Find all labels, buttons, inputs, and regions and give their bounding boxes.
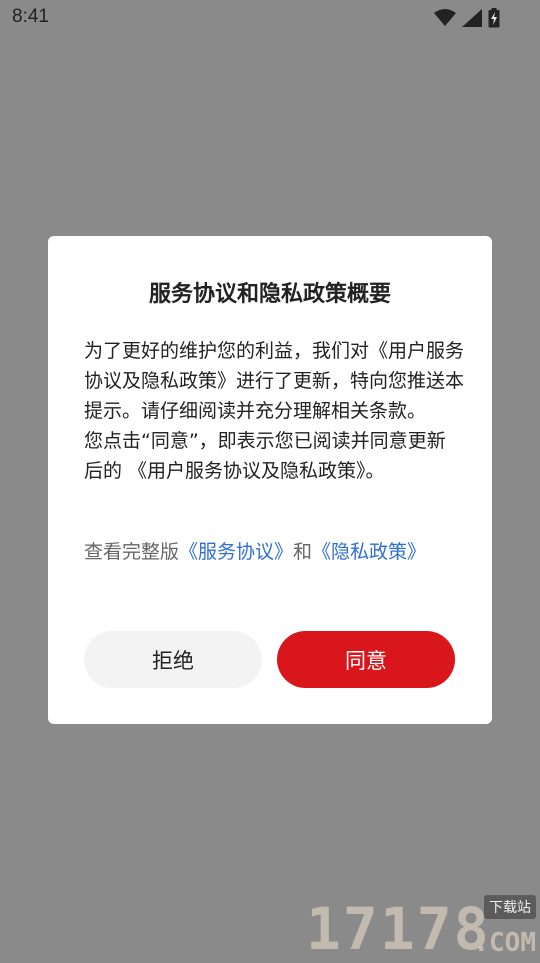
wifi-icon — [434, 9, 456, 27]
watermark-tag: 下载站 — [484, 895, 536, 919]
full-version-links: 查看完整版《服务协议》和《隐私政策》 — [84, 538, 456, 566]
agreement-dialog: 服务协议和隐私政策概要 为了更好的维护您的利益，我们对《用户服务协议及隐私政策》… — [48, 236, 492, 724]
status-time: 8:41 — [12, 6, 49, 27]
status-icons — [434, 8, 500, 28]
service-agreement-link[interactable]: 《服务协议》 — [179, 541, 293, 563]
links-and: 和 — [293, 541, 313, 563]
watermark-logo: 17178 下载站 .COM — [306, 895, 536, 960]
signal-icon — [462, 9, 482, 27]
watermark-domain: .COM — [473, 928, 536, 958]
privacy-policy-link[interactable]: 《隐私政策》 — [312, 541, 426, 563]
dialog-body: 为了更好的维护您的利益，我们对《用户服务协议及隐私政策》进行了更新，特向您推送本… — [84, 340, 465, 482]
battery-charging-icon — [488, 8, 500, 28]
reject-button[interactable]: 拒绝 — [84, 631, 262, 688]
status-bar: 8:41 — [0, 0, 540, 36]
links-prefix: 查看完整版 — [84, 541, 180, 563]
dialog-title: 服务协议和隐私政策概要 — [148, 282, 391, 307]
watermark-digits: 17178 — [306, 895, 491, 963]
agree-button[interactable]: 同意 — [277, 631, 455, 688]
